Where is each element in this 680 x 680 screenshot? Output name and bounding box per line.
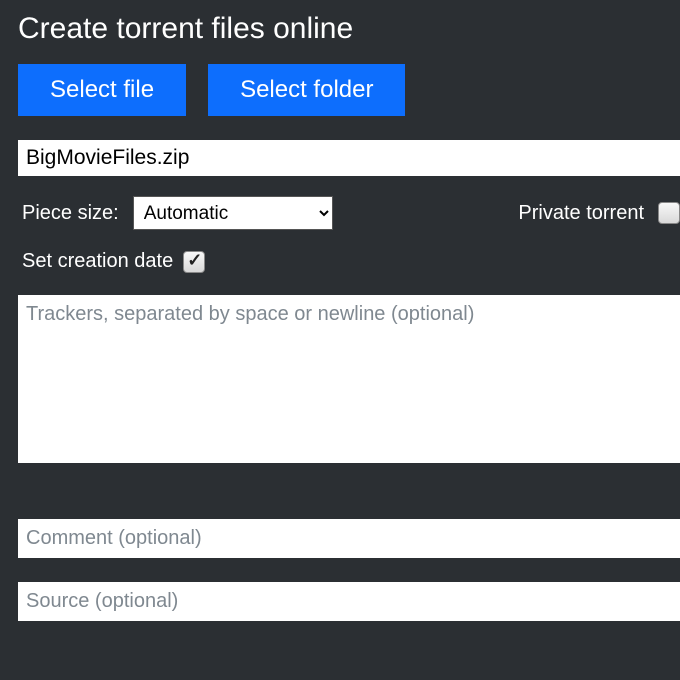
- piece-size-label: Piece size:: [22, 202, 119, 225]
- page-title: Create torrent files online: [18, 12, 680, 46]
- creation-date-label: Set creation date: [22, 250, 173, 273]
- private-torrent-checkbox[interactable]: [658, 202, 680, 224]
- file-selection-row: Select file Select folder: [18, 64, 680, 116]
- filename-input[interactable]: [18, 140, 680, 176]
- select-file-button[interactable]: Select file: [18, 64, 186, 116]
- options-row: Piece size: Automatic Private torrent: [18, 196, 680, 230]
- private-torrent-label: Private torrent: [518, 202, 644, 225]
- trackers-textarea[interactable]: [18, 295, 680, 463]
- piece-size-select[interactable]: Automatic: [133, 196, 333, 230]
- creation-date-row: Set creation date: [18, 250, 680, 273]
- creation-date-checkbox[interactable]: [183, 251, 205, 273]
- comment-input[interactable]: [18, 519, 680, 558]
- source-input[interactable]: [18, 582, 680, 621]
- select-folder-button[interactable]: Select folder: [208, 64, 405, 116]
